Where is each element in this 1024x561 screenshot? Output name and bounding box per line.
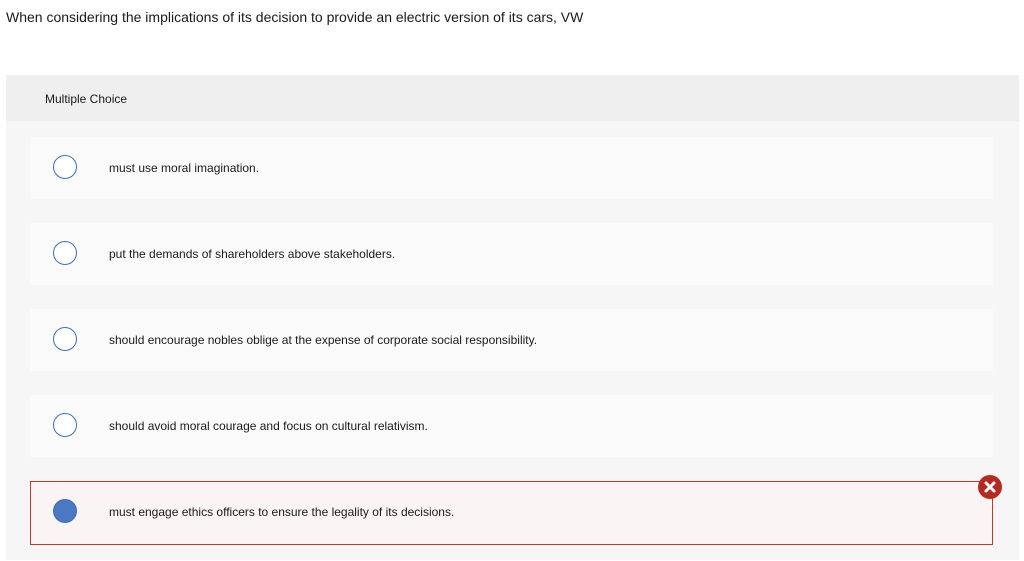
radio-button[interactable] — [53, 241, 77, 265]
answer-option-label: must use moral imagination. — [109, 161, 260, 175]
answer-panel: Multiple Choice must use moral imaginati… — [6, 75, 1019, 560]
panel-header: Multiple Choice — [6, 75, 1019, 121]
radio-button[interactable] — [53, 327, 77, 351]
answer-option-2[interactable]: put the demands of shareholders above st… — [30, 223, 993, 285]
radio-button-selected[interactable] — [53, 499, 77, 523]
answer-option-1[interactable]: must use moral imagination. — [30, 137, 993, 199]
radio-button[interactable] — [53, 155, 77, 179]
answer-option-3[interactable]: should encourage nobles oblige at the ex… — [30, 309, 993, 371]
answer-option-4[interactable]: should avoid moral courage and focus on … — [30, 395, 993, 457]
question-text: When considering the implications of its… — [6, 9, 584, 25]
answer-option-label: should avoid moral courage and focus on … — [109, 419, 428, 433]
question-type-label: Multiple Choice — [45, 92, 128, 106]
answer-option-label: should encourage nobles oblige at the ex… — [109, 333, 538, 347]
answer-option-label: put the demands of shareholders above st… — [109, 247, 396, 261]
answer-option-5-selected-incorrect[interactable]: must engage ethics officers to ensure th… — [30, 481, 993, 545]
answer-option-label: must engage ethics officers to ensure th… — [109, 505, 455, 519]
radio-button[interactable] — [53, 413, 77, 437]
x-circle-icon — [978, 475, 1002, 499]
